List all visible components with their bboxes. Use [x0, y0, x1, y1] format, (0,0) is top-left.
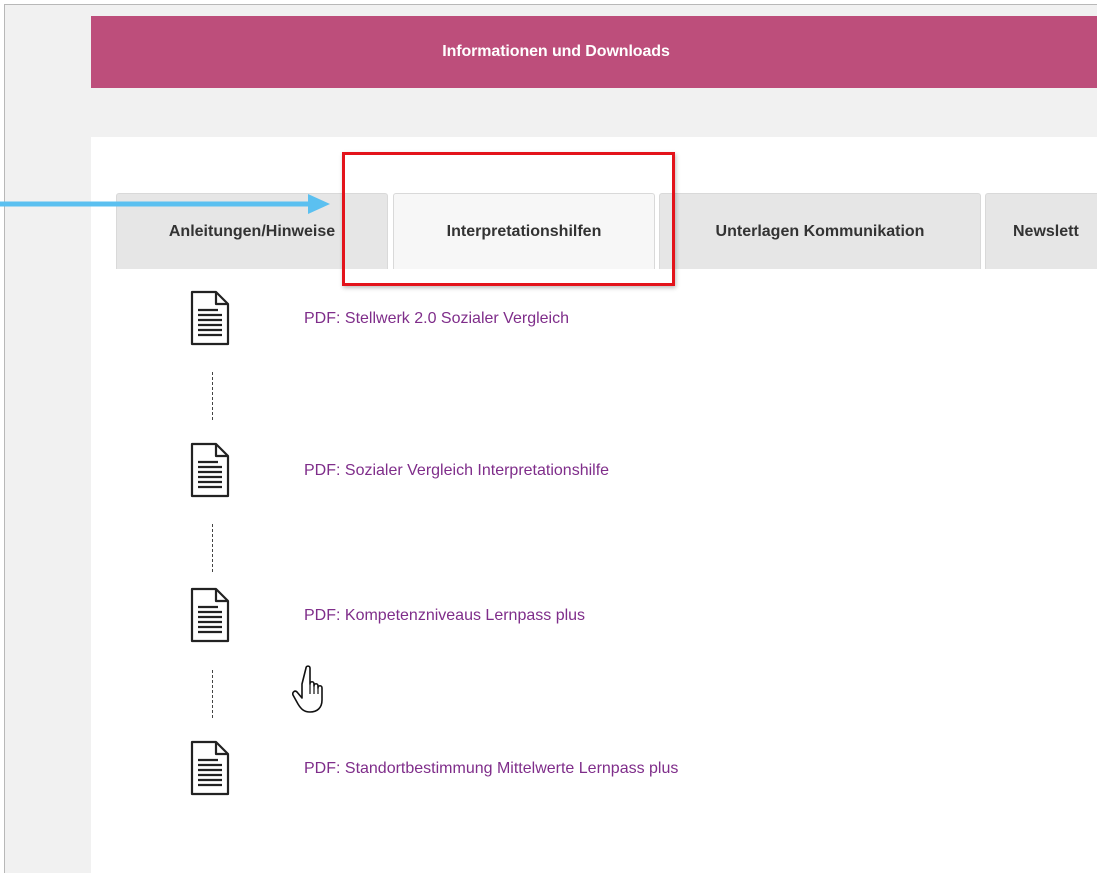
- tab-label: Anleitungen/Hinweise: [168, 222, 336, 240]
- section-banner: Informationen und Downloads: [91, 16, 1097, 88]
- list-item: PDF: Standortbestimmung Mittelwerte Lern…: [186, 738, 886, 802]
- hand-cursor-icon: [292, 665, 323, 713]
- document-icon[interactable]: [186, 585, 238, 645]
- document-icon[interactable]: [186, 738, 238, 798]
- connector-line: [212, 670, 213, 718]
- tab-interpretationshilfen[interactable]: Interpretationshilfen: [393, 193, 655, 269]
- document-icon[interactable]: [186, 440, 238, 500]
- tab-newsletter[interactable]: Newslett: [985, 193, 1097, 269]
- list-item: PDF: Sozialer Vergleich Interpretationsh…: [186, 440, 886, 504]
- pdf-link-sozialer-vergleich-interpretationshilfe[interactable]: PDF: Sozialer Vergleich Interpretationsh…: [304, 462, 609, 480]
- tab-label: Interpretationshilfen: [446, 222, 602, 240]
- document-icon[interactable]: [186, 288, 238, 348]
- banner-title: Informationen und Downloads: [442, 43, 670, 60]
- list-item: PDF: Kompetenzniveaus Lernpass plus: [186, 585, 886, 649]
- connector-line: [212, 372, 213, 420]
- pdf-link-kompetenzniveaus-lernpass-plus[interactable]: PDF: Kompetenzniveaus Lernpass plus: [304, 607, 585, 625]
- tab-anleitungen-hinweise[interactable]: Anleitungen/Hinweise: [116, 193, 388, 269]
- pdf-link-stellwerk-sozialer-vergleich[interactable]: PDF: Stellwerk 2.0 Sozialer Vergleich: [304, 310, 569, 328]
- tab-label: Newslett: [1013, 222, 1079, 240]
- tab-unterlagen-kommunikation[interactable]: Unterlagen Kommunikation: [659, 193, 981, 269]
- tab-label: Unterlagen Kommunikation: [715, 222, 925, 240]
- connector-line: [212, 524, 213, 572]
- tab-bar: Anleitungen/Hinweise Interpretationshilf…: [113, 193, 1097, 270]
- list-item: PDF: Stellwerk 2.0 Sozialer Vergleich: [186, 288, 886, 352]
- pdf-link-standortbestimmung-mittelwerte[interactable]: PDF: Standortbestimmung Mittelwerte Lern…: [304, 760, 678, 778]
